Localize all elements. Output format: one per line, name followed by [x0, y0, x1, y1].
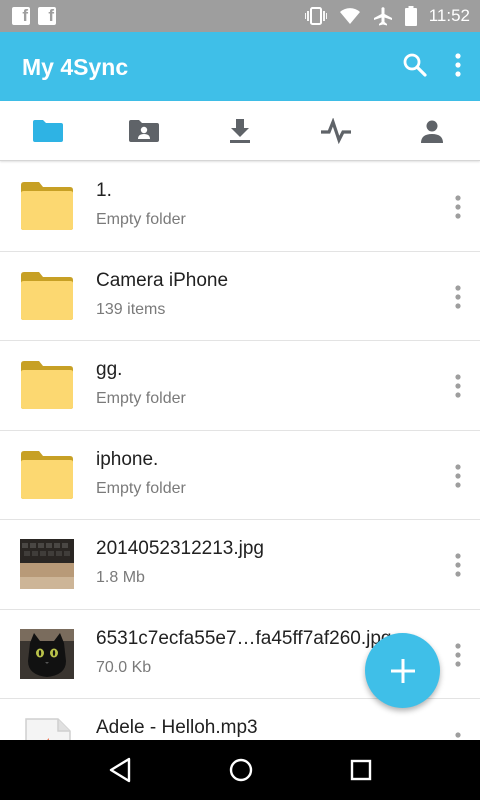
folder-icon [21, 271, 73, 320]
tab-activity[interactable] [288, 101, 384, 160]
wifi-icon [339, 8, 360, 24]
folder-icon [21, 450, 73, 499]
file-name: gg. [96, 359, 123, 380]
folder-icon [21, 361, 73, 409]
file-meta: 70.0 Kb [96, 658, 152, 676]
activity-icon [321, 117, 351, 144]
download-icon [230, 118, 250, 143]
add-icon [390, 658, 415, 683]
facebook-notification-icon: f [12, 6, 30, 25]
search-icon[interactable] [402, 52, 428, 78]
add-button[interactable] [365, 633, 440, 708]
file-name: 1. [96, 180, 112, 201]
clock: 11:52 [428, 6, 470, 25]
back-icon[interactable] [107, 757, 133, 783]
list-item[interactable]: gg. Empty folder [0, 341, 480, 431]
account-icon [421, 120, 443, 143]
tab-bar [0, 101, 480, 161]
more-options-icon[interactable] [454, 463, 462, 488]
app-bar: My 4Sync [0, 32, 480, 101]
shared-folder-icon [129, 119, 159, 142]
file-meta: 1.8 Mb [96, 569, 145, 586]
more-options-icon[interactable] [454, 374, 462, 398]
file-meta: Empty folder [96, 479, 186, 497]
file-name: iphone. [96, 448, 159, 470]
list-item[interactable]: iphone. Empty folder [0, 431, 480, 520]
tab-shared[interactable] [96, 101, 192, 160]
file-name: Adele - Helloh.mp3 [96, 717, 258, 738]
list-item[interactable]: 1. Empty folder [0, 162, 480, 252]
file-name: Camera iPhone [96, 269, 229, 291]
file-meta: 139 items [96, 300, 166, 318]
image-thumbnail [20, 628, 74, 679]
list-item[interactable]: Camera iPhone 139 items [0, 252, 480, 341]
file-name: 2014052312213.jpg [96, 538, 265, 559]
file-meta: Empty folder [96, 390, 186, 407]
more-options-icon[interactable] [454, 195, 462, 219]
tab-downloads[interactable] [192, 101, 288, 160]
list-item[interactable]: 2014052312213.jpg 1.8 Mb [0, 520, 480, 610]
airplane-icon [373, 7, 392, 26]
folder-icon [33, 119, 63, 142]
tab-account[interactable] [384, 101, 480, 160]
file-name: 6531c7ecfa55e7…fa45ff7af260.jpg [96, 627, 392, 649]
navigation-bar [0, 740, 480, 800]
more-options-icon[interactable] [454, 642, 462, 667]
overflow-menu-icon[interactable] [454, 53, 462, 77]
app-title: My 4Sync [22, 54, 129, 80]
recents-icon[interactable] [349, 758, 373, 782]
battery-icon [404, 6, 417, 26]
facebook-notification-icon: f [38, 6, 56, 25]
file-meta: Empty folder [96, 211, 186, 228]
tab-files[interactable] [0, 101, 96, 160]
more-options-icon[interactable] [454, 284, 462, 309]
folder-icon [21, 182, 73, 230]
image-thumbnail [20, 539, 74, 589]
vibrate-icon [304, 7, 327, 25]
more-options-icon[interactable] [454, 553, 462, 577]
home-icon[interactable] [228, 757, 254, 783]
status-bar: f f 11:52 [0, 0, 480, 32]
